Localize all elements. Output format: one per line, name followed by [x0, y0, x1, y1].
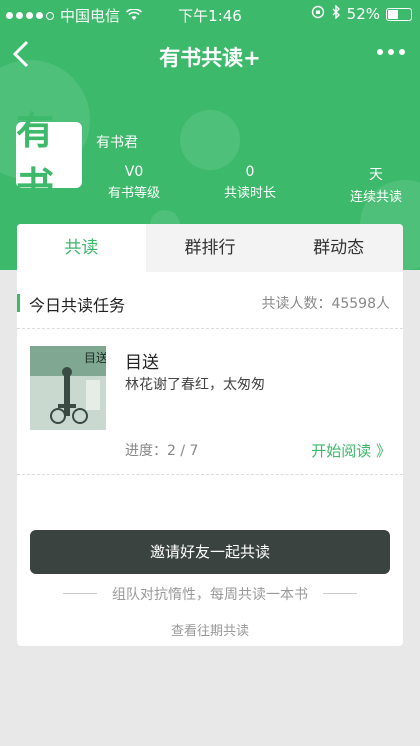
battery-label: 52%	[346, 5, 380, 23]
tab-group-ranking[interactable]: 群排行	[146, 224, 275, 272]
status-bar: 中国电信 下午1:46 52%	[0, 0, 420, 28]
task-header: 今日共读任务 共读人数：45598人	[17, 286, 403, 322]
task-title: 今日共读任务	[29, 296, 126, 315]
tab-read-together[interactable]: 共读	[17, 224, 146, 272]
slogan-line-right	[323, 593, 357, 594]
start-reading-link[interactable]: 开始阅读 》	[311, 440, 391, 461]
profile-section: 有书 有书君 V0 有书等级 0 共读时长 天 连续共读	[16, 109, 406, 208]
stat-label: 共读时长	[223, 186, 276, 201]
stat-streak: 天 连续共读	[336, 164, 416, 205]
stat-label: 有书等级	[107, 186, 160, 201]
tab-bar: 共读 群排行 群动态	[17, 224, 403, 272]
orientation-lock-icon	[311, 5, 325, 23]
tab-group-feed[interactable]: 群动态	[274, 224, 403, 272]
stat-value: V0	[124, 164, 144, 180]
main-card: 共读 群排行 群动态 今日共读任务 共读人数：45598人 目送 目送 林花谢了…	[17, 224, 403, 646]
app-logo: 有书	[16, 109, 82, 208]
slogan-text: 组队对抗惰性，每周共读一本书	[112, 587, 308, 603]
section-accent-bar	[17, 294, 20, 312]
cover-title: 目送	[84, 350, 106, 365]
invite-friends-button[interactable]: 邀请好友一起共读	[30, 530, 390, 574]
stat-label: 连续共读	[349, 190, 402, 205]
divider	[17, 474, 403, 475]
history-link[interactable]: 查看往期共读	[17, 620, 403, 639]
stat-value: 天	[369, 167, 383, 183]
reader-count: 共读人数：45598人	[261, 296, 390, 312]
nav-bar: 有书共读+	[0, 30, 420, 80]
page-title: 有书共读+	[159, 46, 261, 70]
reading-progress: 进度：2 / 7	[125, 443, 199, 459]
username: 有书君	[96, 135, 138, 151]
bluetooth-icon	[331, 4, 341, 23]
battery-icon	[386, 7, 412, 21]
book-title: 目送	[125, 353, 159, 373]
stat-duration: 0 共读时长	[210, 164, 290, 201]
book-cover[interactable]: 目送	[30, 346, 108, 430]
stat-level: V0 有书等级	[94, 164, 174, 201]
more-dots-icon[interactable]	[376, 38, 406, 73]
book-subtitle: 林花谢了春红，太匆匆	[125, 377, 265, 393]
stat-value: 0	[245, 164, 255, 180]
divider	[17, 328, 403, 329]
